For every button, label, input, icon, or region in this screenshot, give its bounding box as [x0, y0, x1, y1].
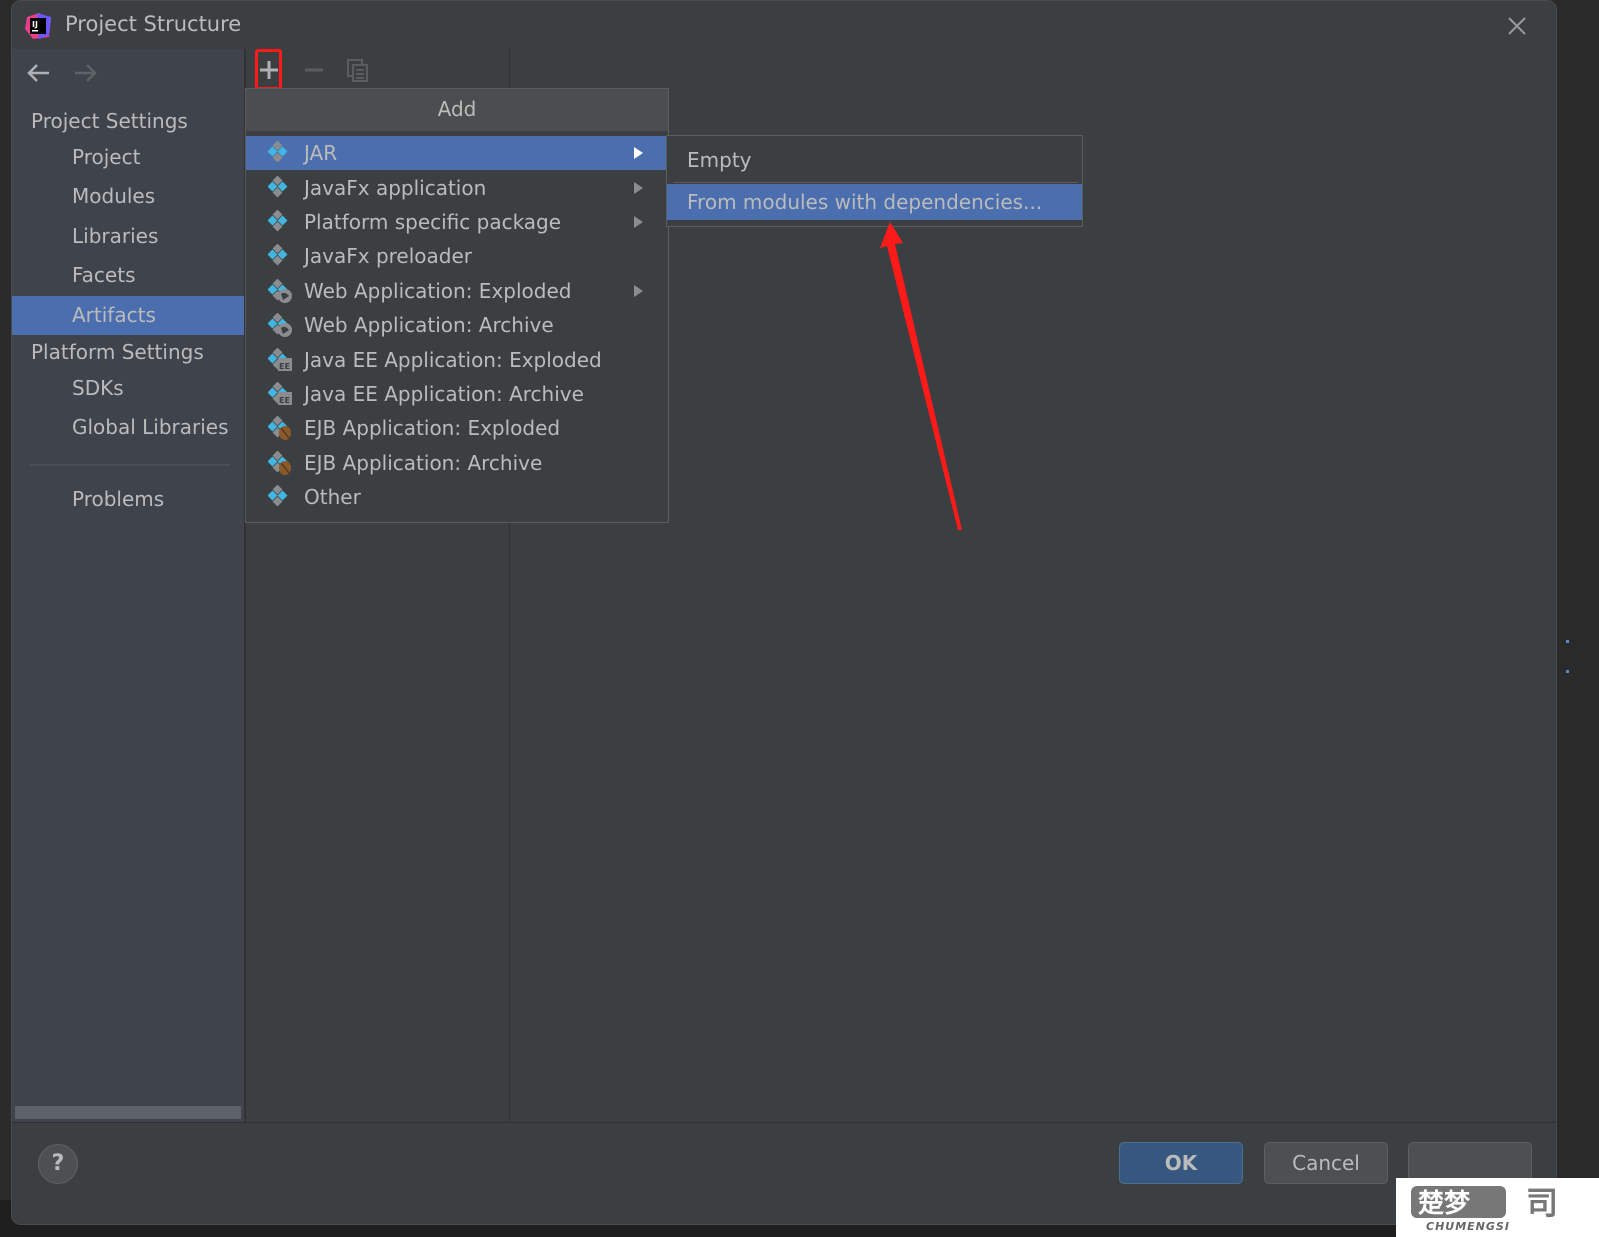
copy-icon[interactable] — [345, 57, 371, 83]
sidebar-item-libraries[interactable]: Libraries — [12, 217, 244, 256]
watermark-logo-icon: 楚梦 司 — [1411, 1184, 1558, 1222]
menu-item-jar[interactable]: JAR — [246, 136, 668, 170]
ejb-artifact-icon — [267, 415, 294, 440]
sidebar-item-artifacts[interactable]: Artifacts — [12, 296, 244, 335]
menu-item-label: EJB Application: Exploded — [304, 416, 561, 440]
jar-submenu: Empty From modules with dependencies... — [666, 135, 1083, 227]
artifacts-toolbar — [246, 49, 510, 93]
menu-item-web-application-exploded[interactable]: Web Application: Exploded — [246, 274, 668, 308]
close-icon[interactable] — [1506, 15, 1528, 37]
ok-button[interactable]: OK — [1119, 1142, 1243, 1184]
sidebar-item-problems[interactable]: Problems — [12, 480, 244, 519]
arrow-right-icon[interactable] — [72, 63, 98, 83]
svg-text:司: 司 — [1526, 1184, 1558, 1222]
sidebar-item-global-libraries[interactable]: Global Libraries — [12, 408, 244, 447]
svg-text:EE: EE — [279, 362, 290, 371]
watermark-text: CHUMENGSI — [1426, 1220, 1510, 1233]
menu-item-ejb-application-archive[interactable]: EJB Application: Archive — [246, 446, 668, 480]
menu-item-javafx-preloader[interactable]: JavaFx preloader — [246, 239, 668, 273]
menu-item-label: JAR — [304, 141, 338, 165]
menu-item-label: Java EE Application: Archive — [304, 382, 584, 406]
submenu-item-from-modules[interactable]: From modules with dependencies... — [667, 184, 1082, 220]
javaee-artifact-icon: EE — [267, 347, 294, 372]
submenu-arrow-icon — [634, 182, 643, 194]
footer-divider — [12, 1122, 1556, 1123]
sidebar-horizontal-scrollbar[interactable] — [15, 1106, 241, 1119]
background-editor-right — [1556, 0, 1599, 1237]
artifact-icon — [267, 175, 294, 200]
ejb-artifact-icon — [267, 450, 294, 475]
sidebar-item-sdks[interactable]: SDKs — [12, 369, 244, 408]
title-bar: IJ Project Structure — [12, 1, 1556, 49]
menu-item-label: Web Application: Exploded — [304, 279, 572, 303]
submenu-item-empty[interactable]: Empty — [667, 142, 1082, 178]
submenu-divider — [673, 182, 1078, 183]
menu-item-label: Platform specific package — [304, 210, 562, 234]
menu-item-label: JavaFx application — [304, 176, 487, 200]
menu-item-platform-specific-package[interactable]: Platform specific package — [246, 205, 668, 239]
menu-item-label: JavaFx preloader — [304, 244, 472, 268]
cancel-button[interactable]: Cancel — [1264, 1142, 1388, 1184]
menu-item-label: Java EE Application: Exploded — [304, 348, 602, 372]
sidebar: Project Settings Project Modules Librari… — [12, 49, 244, 1122]
menu-item-label: Web Application: Archive — [304, 313, 554, 337]
sidebar-item-modules[interactable]: Modules — [12, 177, 244, 216]
plus-icon[interactable] — [256, 57, 282, 83]
svg-text:EE: EE — [279, 396, 290, 405]
sidebar-divider — [30, 464, 230, 466]
svg-text:IJ: IJ — [32, 20, 38, 29]
add-artifact-menu: Add JAR JavaFx application Platform specif… — [245, 88, 669, 523]
web-artifact-icon — [267, 278, 294, 303]
arrow-left-icon[interactable] — [26, 63, 52, 83]
submenu-arrow-icon — [634, 285, 643, 297]
sidebar-item-facets[interactable]: Facets — [12, 256, 244, 295]
minus-icon[interactable] — [301, 57, 327, 83]
background-marker — [1566, 640, 1569, 643]
artifact-icon — [267, 209, 294, 234]
menu-item-web-application-archive[interactable]: Web Application: Archive — [246, 308, 668, 342]
artifact-icon — [267, 484, 294, 509]
help-button[interactable]: ? — [38, 1144, 78, 1184]
svg-text:楚梦: 楚梦 — [1418, 1189, 1471, 1219]
menu-item-javafx-application[interactable]: JavaFx application — [246, 171, 668, 205]
background-marker — [1566, 670, 1569, 673]
menu-item-java-ee-application-exploded[interactable]: EE Java EE Application: Exploded — [246, 343, 668, 377]
add-menu-title: Add — [246, 89, 668, 131]
submenu-arrow-icon — [634, 147, 643, 159]
menu-item-java-ee-application-archive[interactable]: EE Java EE Application: Archive — [246, 377, 668, 411]
menu-item-ejb-application-exploded[interactable]: EJB Application: Exploded — [246, 411, 668, 445]
artifact-icon — [267, 243, 294, 268]
menu-item-label: EJB Application: Archive — [304, 451, 543, 475]
artifact-icon — [267, 140, 294, 165]
sidebar-header-project-settings: Project Settings — [31, 109, 188, 133]
intellij-logo-icon: IJ — [25, 13, 51, 39]
menu-item-other[interactable]: Other — [246, 480, 668, 514]
sidebar-item-project[interactable]: Project — [12, 138, 244, 177]
submenu-arrow-icon — [634, 216, 643, 228]
window-title: Project Structure — [65, 12, 242, 36]
watermark: 楚梦 司 CHUMENGSI — [1396, 1178, 1599, 1237]
menu-item-label: Other — [304, 485, 361, 509]
javaee-artifact-icon: EE — [267, 381, 294, 406]
sidebar-header-platform-settings: Platform Settings — [31, 340, 204, 364]
web-artifact-icon — [267, 312, 294, 337]
